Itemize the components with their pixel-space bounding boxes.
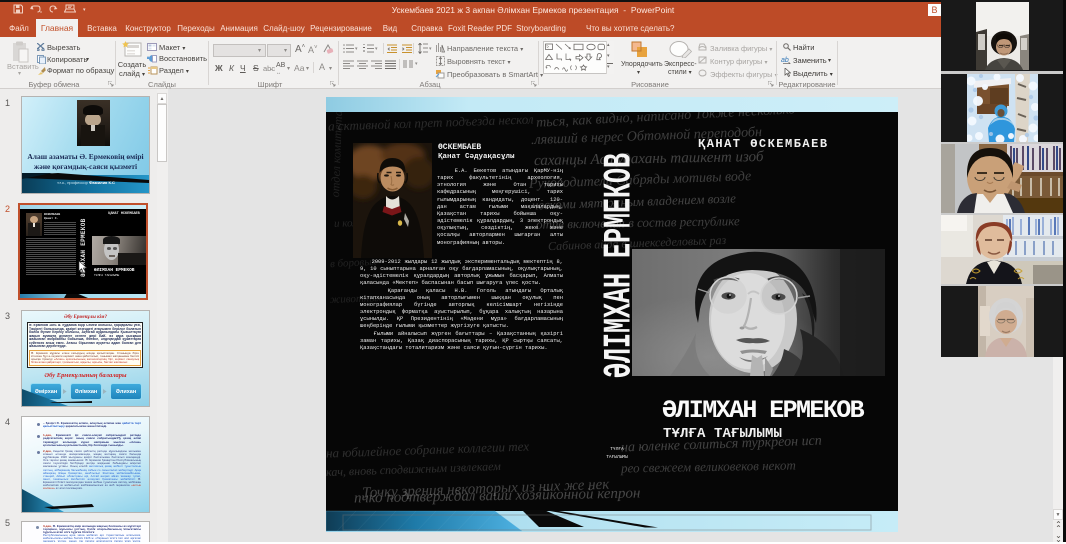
svg-text:ab: ab	[781, 57, 789, 64]
